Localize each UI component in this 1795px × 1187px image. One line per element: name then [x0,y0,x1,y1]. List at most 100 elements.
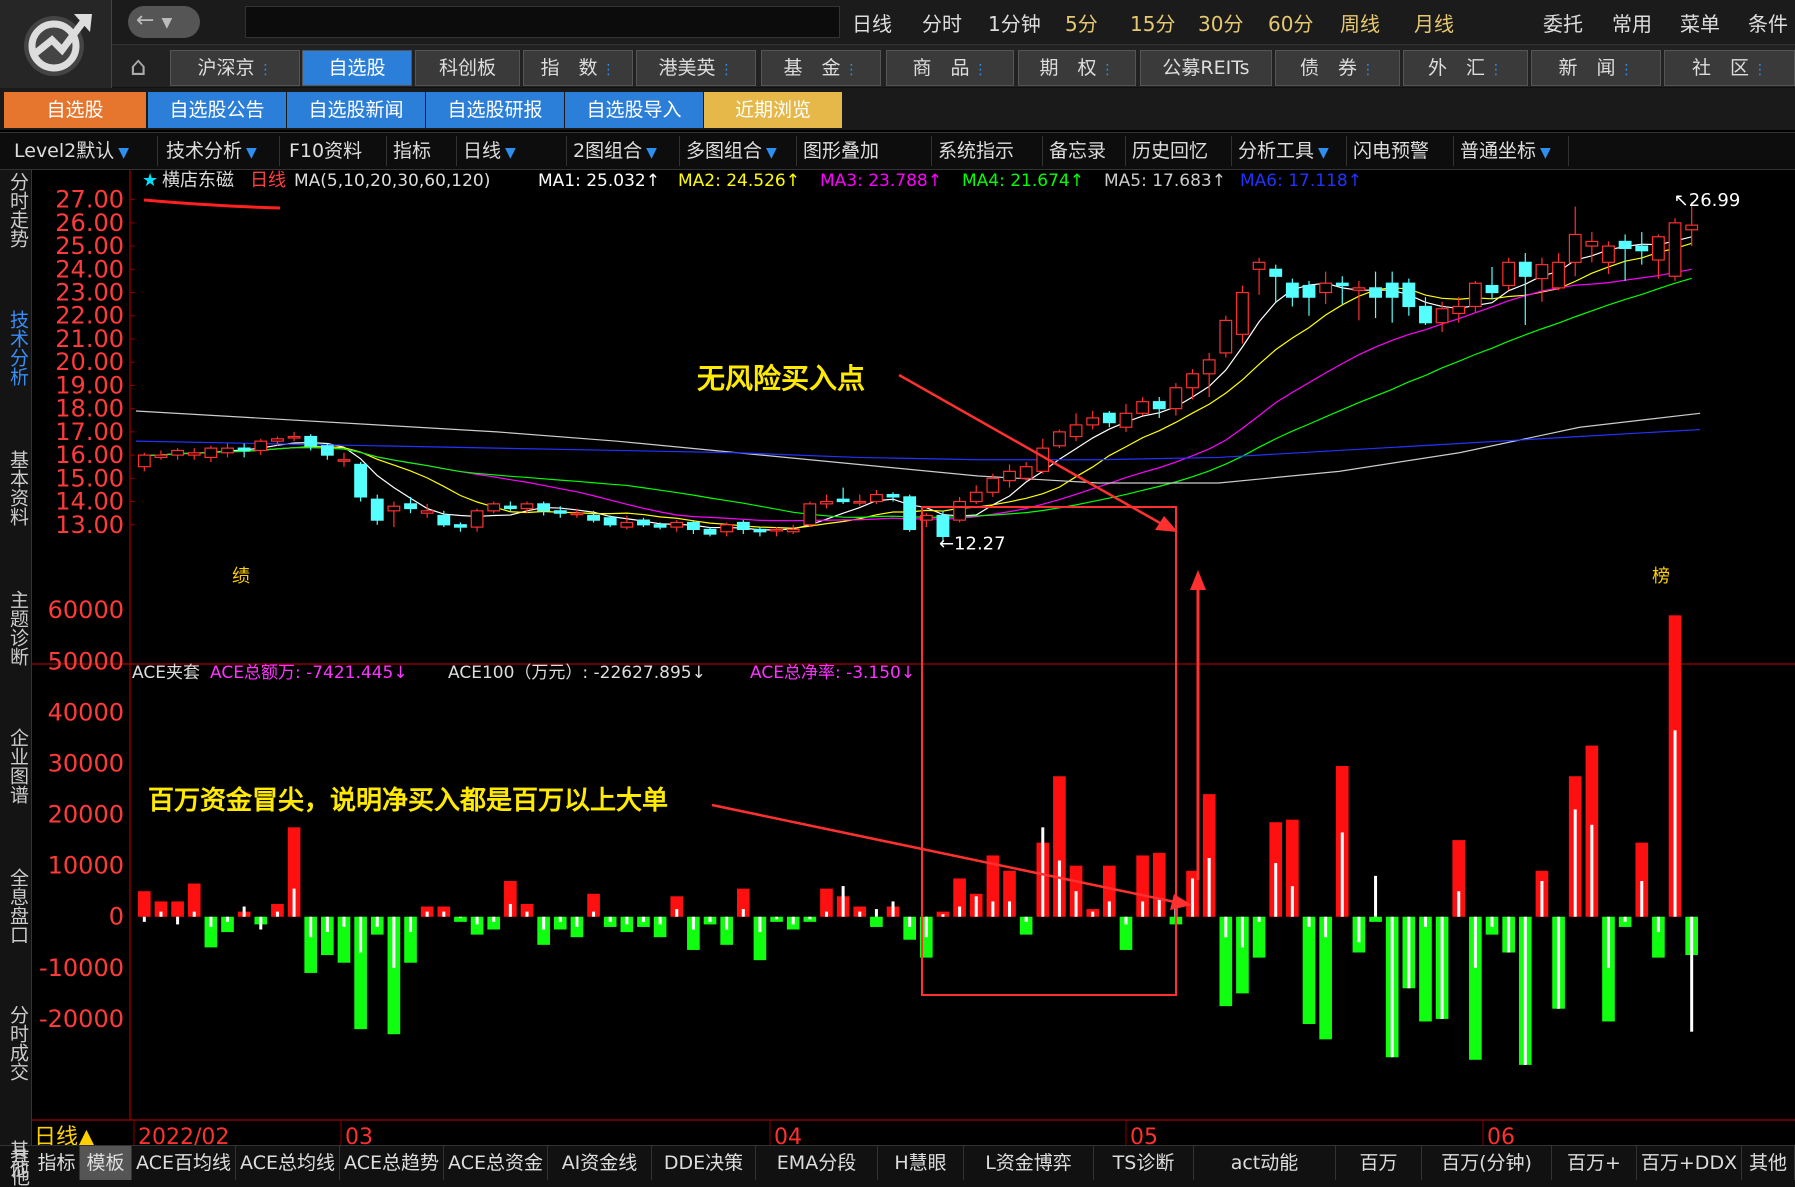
bottom-tab-6[interactable]: AI资金线 [548,1146,652,1180]
side-tab-5[interactable]: 全息盘口 [4,868,29,944]
ma-params: MA(5,10,20,30,60,120) [294,171,490,191]
toolbar-12[interactable]: 闪电预警 [1347,136,1454,166]
subtab-2[interactable]: 自选股新闻 [287,92,425,128]
topmenu-2[interactable]: 菜单 [1680,8,1720,36]
bottom-tab-11[interactable]: TS诊断 [1094,1146,1194,1180]
chevron-down-icon: ⋮ [258,62,273,78]
bottom-tab-0[interactable]: 指标 [34,1146,80,1180]
toolbar-5[interactable]: 2图组合 ▼ [567,136,680,166]
toolbar-label: 日线 [463,140,502,162]
market-tab-12[interactable]: 社 区 ⋮ [1664,50,1795,86]
candle-body [1053,431,1066,447]
toolbar-4[interactable]: 日线 ▼ [457,136,567,166]
market-tab-0[interactable]: 沪深京 ⋮ [170,50,300,86]
market-tab-11[interactable]: 新 闻 ⋮ [1531,50,1661,86]
side-tab-1[interactable]: 技术分析 [4,310,29,386]
toolbar-10[interactable]: 历史回忆 [1126,136,1232,166]
bottom-tab-9[interactable]: H慧眼 [878,1146,964,1180]
bottom-tab-17[interactable]: 其他 [1742,1146,1795,1180]
timeframe-2[interactable]: 1分钟 [988,8,1041,36]
toolbar-1[interactable]: 技术分析 ▼ [160,136,280,166]
ace-100-bar [1008,901,1012,917]
subtab-3[interactable]: 自选股研报 [426,92,564,128]
timeframe-4[interactable]: 15分 [1130,8,1175,36]
toolbar-7[interactable]: 图形叠加 [797,136,932,166]
address-bar[interactable] [245,6,840,38]
toolbar-11[interactable]: 分析工具 ▼ [1232,136,1347,166]
topmenu-0[interactable]: 委托 [1543,8,1583,36]
market-tab-4[interactable]: 港美英 ⋮ [636,50,756,86]
bottom-tab-8[interactable]: EMA分段 [756,1146,878,1180]
chevron-down-icon: ▼ [766,145,777,161]
side-tab-0[interactable]: 分时走势 [4,172,29,248]
timeframe-1[interactable]: 分时 [922,8,962,36]
ma-line-3 [144,277,1692,519]
side-tab-6[interactable]: 分时成交 [4,1005,29,1081]
subtab-5[interactable]: 近期浏览 [704,92,842,128]
toolbar-label: 普通坐标 [1460,140,1537,162]
ace-100-bar [575,916,579,927]
market-tab-5[interactable]: 基 金 ⋮ [761,50,881,86]
topmenu-3[interactable]: 条件 [1748,8,1788,36]
side-tab-4[interactable]: 企业图谱 [4,728,29,804]
market-tab-3[interactable]: 指 数 ⋮ [523,50,633,86]
subtab-4[interactable]: 自选股导入 [565,92,703,128]
bottom-tab-1[interactable]: 模板 [80,1146,132,1180]
market-tab-8[interactable]: 公募REITs [1140,50,1272,86]
subtab-0[interactable]: 自选股 [4,92,146,128]
candle-body [1119,412,1133,428]
bottom-tab-16[interactable]: 百万+DDX [1637,1146,1742,1180]
toolbar-13[interactable]: 普通坐标 ▼ [1454,136,1569,166]
toolbar-6[interactable]: 多图组合 ▼ [680,136,797,166]
market-tab-7[interactable]: 期 权 ⋮ [1018,50,1136,86]
candle-body [470,510,484,528]
bottom-tab-14[interactable]: 百万(分钟) [1422,1146,1552,1180]
toolbar-3[interactable]: 指标 [387,136,457,166]
side-tab-2[interactable]: 基本资料 [4,450,29,526]
candle-body [221,447,234,454]
timeframe-7[interactable]: 周线 [1340,8,1380,36]
market-tab-10[interactable]: 外 汇 ⋮ [1403,50,1528,86]
market-tab-2[interactable]: 科创板 [415,50,520,86]
market-tab-9[interactable]: 债 券 ⋮ [1275,50,1400,86]
subtab-1[interactable]: 自选股公告 [148,92,286,128]
toolbar-label: Level2默认 [14,140,115,162]
market-tab-1[interactable]: 自选股 [302,50,412,86]
bottom-tab-2[interactable]: ACE百均线 [132,1146,236,1180]
bottom-tab-15[interactable]: 百万+ [1552,1146,1637,1180]
app-logo[interactable] [0,0,112,88]
market-tab-6[interactable]: 商 品 ⋮ [886,50,1014,86]
annotation-million-fund: 百万资金冒尖，说明净买入都是百万以上大单 [148,786,669,816]
toolbar-8[interactable]: 系统指示 [932,136,1043,166]
home-icon[interactable]: ⌂ [130,52,147,82]
market-tab-label: 基 金 [783,57,841,79]
timeframe-5[interactable]: 30分 [1198,8,1243,36]
ace-100: ACE100（万元）: -22627.895↓ [448,663,706,683]
candle-body [1069,424,1083,438]
toolbar-9[interactable]: 备忘录 [1043,136,1126,166]
ace-100-bar [525,911,529,917]
back-button[interactable]: ← ▼ [128,6,200,38]
timeframe-8[interactable]: 月线 [1414,8,1454,36]
bottom-tab-3[interactable]: ACE总均线 [236,1146,340,1180]
bottom-tab-7[interactable]: DDE决策 [652,1146,756,1180]
ace-100-bar [1473,916,1477,968]
bottom-tab-10[interactable]: L资金博弈 [964,1146,1094,1180]
timeframe-3[interactable]: 5分 [1065,8,1098,36]
timeframe-0[interactable]: 日线 [852,8,892,36]
chevron-down-icon: ⋮ [1100,62,1115,78]
bottom-tab-13[interactable]: 百万 [1336,1146,1422,1180]
timeframe-6[interactable]: 60分 [1268,8,1313,36]
chart-area[interactable]: ★ 横店东磁 日线 MA(5,10,20,30,60,120) MA1: 25.032↑… [32,170,1795,1150]
toolbar-0[interactable]: Level2默认 ▼ [8,136,158,166]
topmenu-1[interactable]: 常用 [1612,8,1652,36]
bottom-tab-12[interactable]: act动能 [1194,1146,1336,1180]
side-tab-3[interactable]: 主题诊断 [4,590,29,666]
kline-chart[interactable]: ★ 横店东磁 日线 MA(5,10,20,30,60,120) MA1: 25.032↑… [32,170,1795,1150]
ace-100-bar [1423,916,1427,927]
bottom-tab-4[interactable]: ACE总趋势 [340,1146,444,1180]
bottom-tab-5[interactable]: ACE总资金 [444,1146,548,1180]
toolbar-2[interactable]: F10资料 [283,136,387,166]
ace-100-bar [1257,916,1261,922]
candle-body [1003,470,1016,482]
